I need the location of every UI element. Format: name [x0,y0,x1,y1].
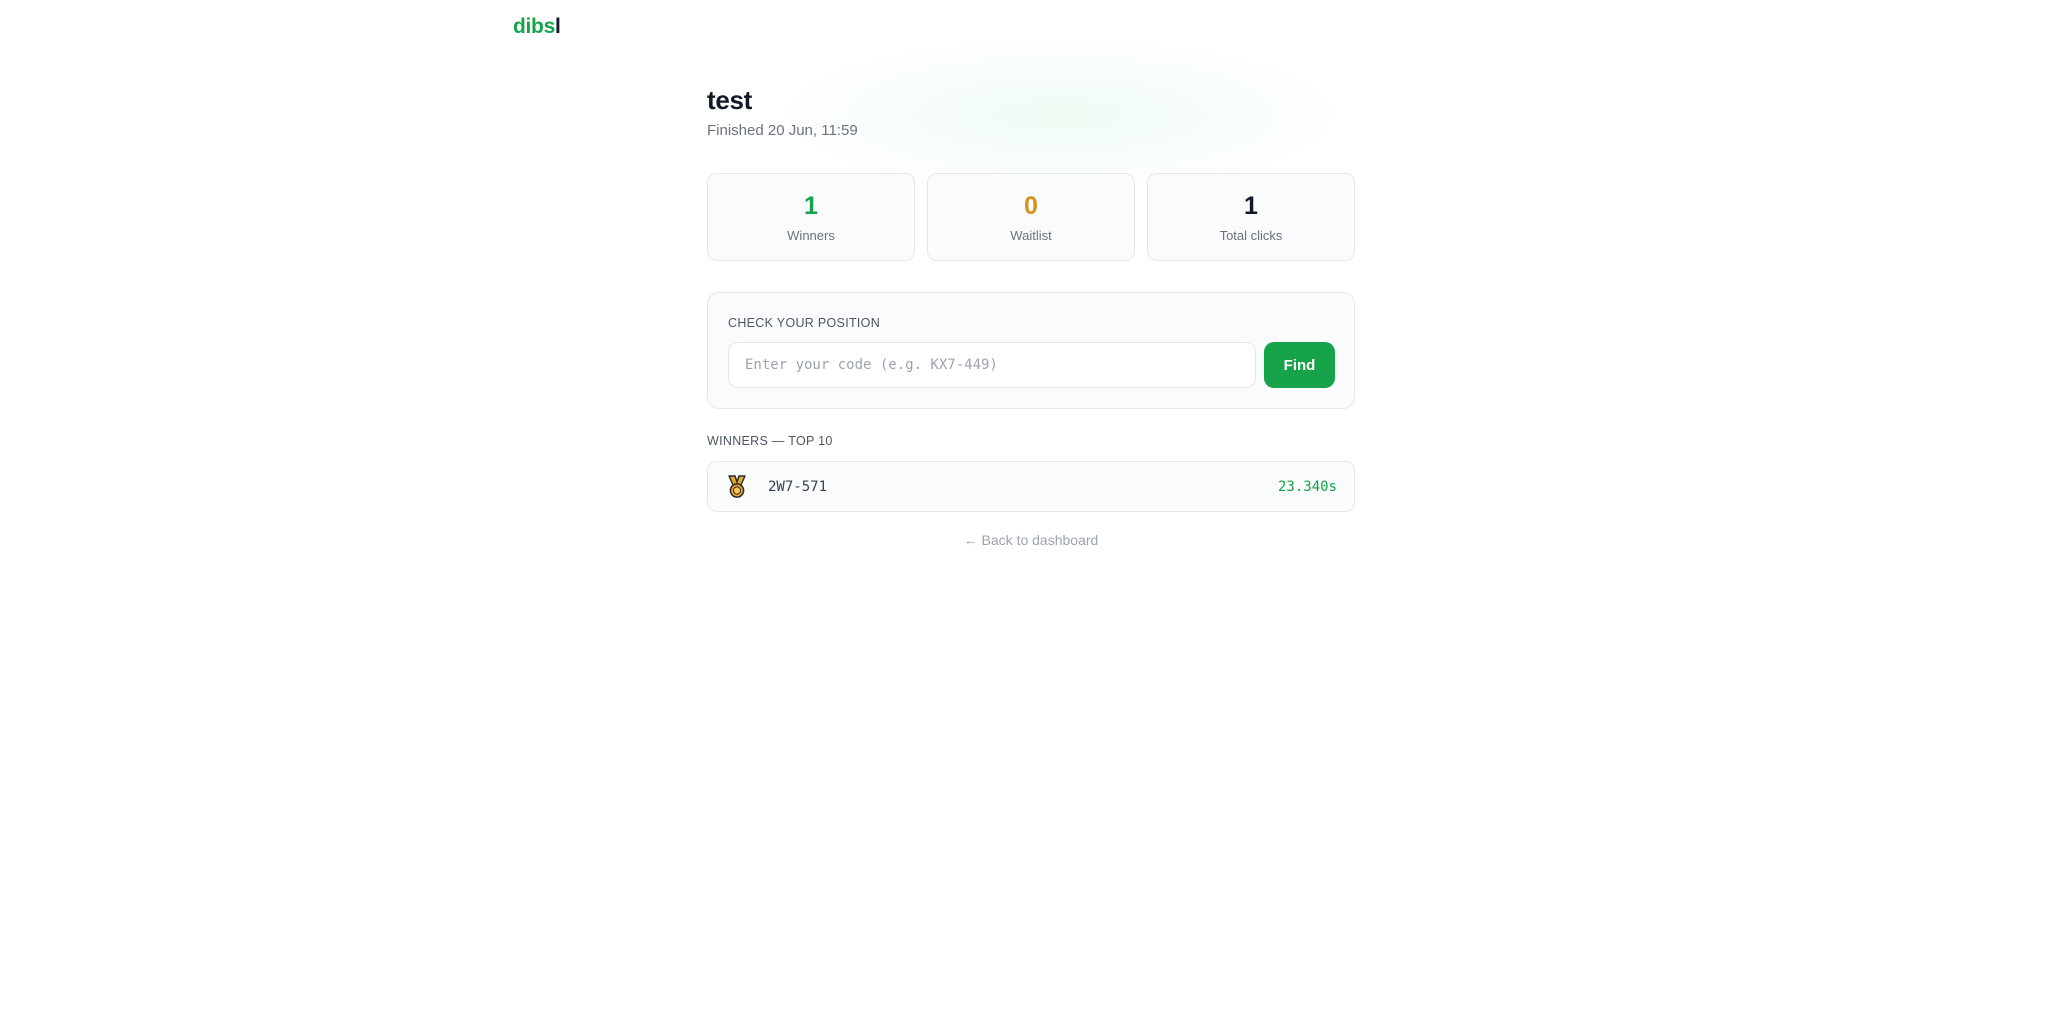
logo-accent: l [554,15,561,38]
logo[interactable]: dibsl [513,14,561,40]
stat-card-waitlist: 0 Waitlist [927,173,1135,261]
stat-label-total-clicks: Total clicks [1219,227,1283,243]
find-button[interactable]: Find [1264,342,1335,388]
page-title: test [707,85,753,115]
winner-time: 23.340s [1277,479,1337,495]
back-to-dashboard-link[interactable]: ← Back to dashboard [707,531,1355,549]
page: dibsl test Finished 20 Jun, 11:59 1 Winn… [0,0,2048,1034]
stat-card-total-clicks: 1 Total clicks [1147,173,1355,261]
medal-icon [726,475,748,499]
stat-label-waitlist: Waitlist [1010,227,1052,243]
stat-value-total-clicks: 1 [1244,191,1258,220]
winners-section-title: WINNERS — TOP 10 [707,434,833,448]
page-subtitle: Finished 20 Jun, 11:59 [707,122,858,139]
stat-card-winners: 1 Winners [707,173,915,261]
background-glow [780,40,1340,190]
stat-label-winners: Winners [787,227,835,243]
winner-row: 2W7-571 23.340s [707,461,1355,512]
code-input[interactable] [728,342,1256,388]
stats-row: 1 Winners 0 Waitlist 1 Total clicks [707,173,1355,261]
check-position-title: CHECK YOUR POSITION [728,316,881,330]
winner-code: 2W7-571 [768,479,828,495]
stat-value-waitlist: 0 [1024,191,1038,220]
logo-text: dibs [513,15,555,38]
stat-value-winners: 1 [804,191,818,220]
check-position-card: CHECK YOUR POSITION Find [707,292,1355,409]
